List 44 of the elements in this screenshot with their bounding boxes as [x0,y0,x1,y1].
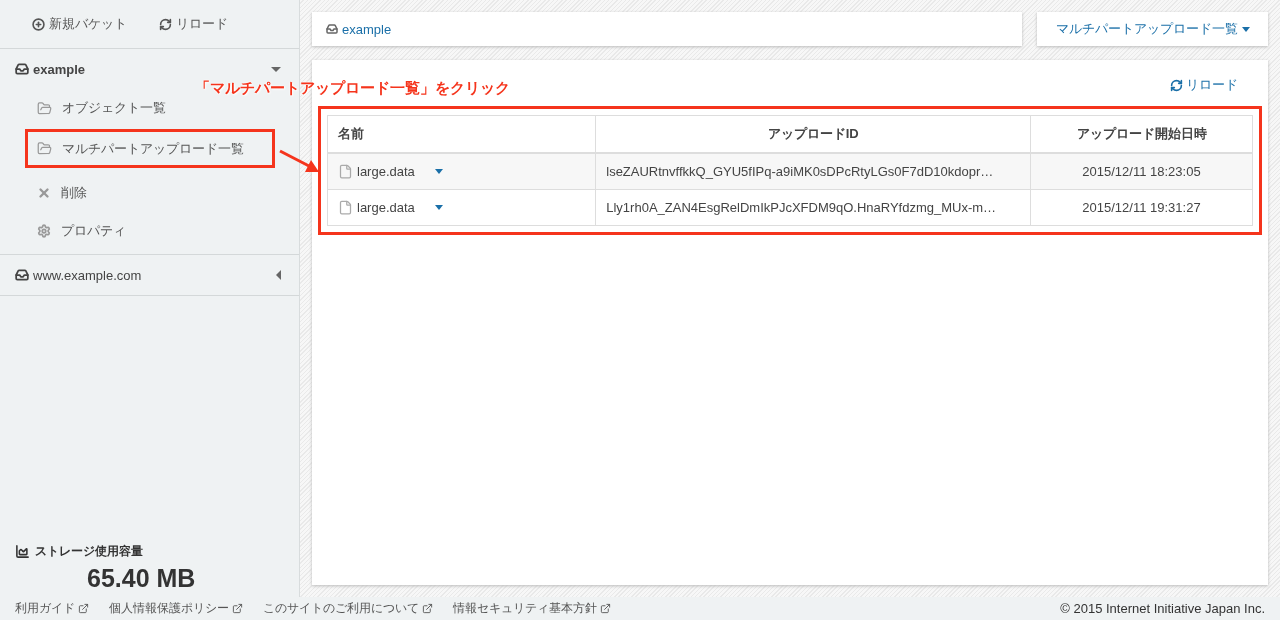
file-name: large.data [357,164,415,179]
copyright: © 2015 Internet Initiative Japan Inc. [1060,601,1265,616]
close-icon [37,186,51,200]
external-link-icon [78,603,89,614]
add-icon [32,17,45,31]
breadcrumb-link[interactable]: example [342,21,392,37]
file-name: large.data [357,200,415,215]
settings-icon [37,224,51,238]
inbox-icon [15,268,29,282]
caret-down-icon [1241,26,1250,32]
callout-text: 「マルチパートアップロード一覧」をクリック [195,79,510,98]
footer-link[interactable]: このサイトのご利用について [263,600,433,617]
caret-left-icon[interactable] [276,270,281,280]
reload-icon [1170,78,1183,92]
sidebar-item[interactable]: 削除 [25,174,275,212]
new-bucket-button[interactable]: 新規バケット [30,13,129,35]
file-icon [338,164,353,179]
sidebar-item[interactable]: プロパティ [25,212,275,250]
table-cell: Lly1rh0A_ZAN4EsgRelDmIkPJcXFDM9qO.HnaRYfdzmg_MUx-m… [595,189,1031,226]
view-menu-button[interactable]: マルチパートアップロード一覧 [1037,12,1268,46]
folder-icon [37,100,52,116]
sidebar-item[interactable]: マルチパートアップロード一覧 [25,129,275,168]
external-link-icon [232,603,243,614]
file-icon [338,200,353,215]
storage-label: ストレージ使用容量 [35,543,143,560]
bucket-name[interactable]: www.example.com [33,267,142,283]
footer-link[interactable]: 情報セキュリティ基本方針 [453,600,611,617]
reload-icon [159,17,172,31]
table-cell: lseZAURtnvffkkQ_GYU5fIPq-a9iMK0sDPcRtyLGs0F7dD10kdopr… [595,153,1031,190]
table-cell: 2015/12/11 19:31:27 [1030,189,1253,226]
folder-icon [37,141,52,156]
inbox-icon [326,23,338,35]
table-cell: 2015/12/11 18:23:05 [1030,153,1253,190]
external-link-icon [600,603,611,614]
storage-value: 65.40 MB [86,564,197,593]
reload-button[interactable]: リロード [1164,74,1244,96]
inbox-icon [15,62,29,76]
area-chart-icon [15,544,30,559]
caret-down-icon[interactable] [271,66,281,72]
bucket-name[interactable]: example [33,61,86,77]
external-link-icon [422,603,433,614]
reload-button[interactable]: リロード [157,13,230,35]
footer-link[interactable]: 利用ガイド [15,600,89,617]
footer-link[interactable]: 個人情報保護ポリシー [109,600,243,617]
